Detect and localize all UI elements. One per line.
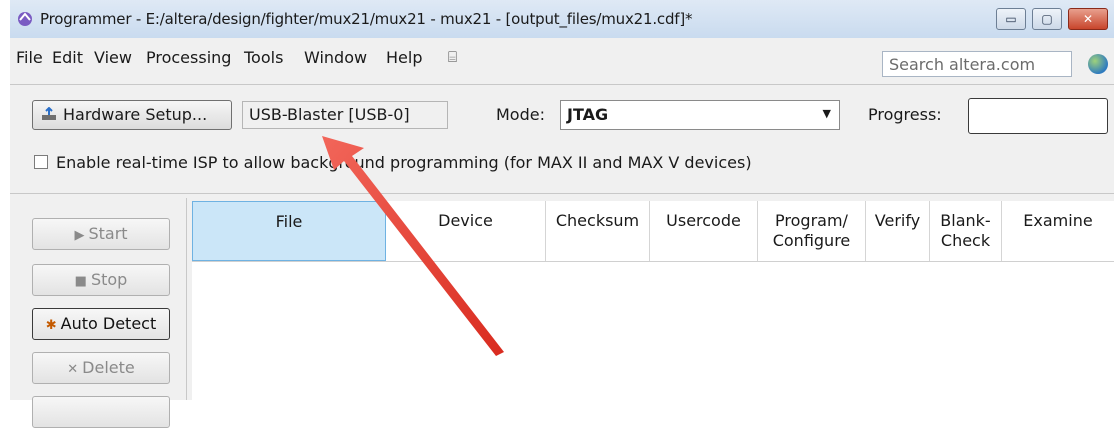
auto-detect-icon: ✱	[45, 318, 57, 333]
hardware-setup-icon	[42, 107, 56, 120]
isp-option[interactable]: Enable real-time ISP to allow background…	[34, 153, 752, 172]
isp-checkbox[interactable]	[34, 155, 48, 169]
menu-view[interactable]: View	[94, 48, 132, 67]
column-usercode[interactable]: Usercode	[650, 201, 758, 261]
hardware-panel: Hardware Setup... USB-Blaster [USB-0] Mo…	[10, 84, 1114, 194]
menu-bar: File Edit View Processing Tools Window H…	[10, 38, 1114, 78]
close-icon: ✕	[1082, 12, 1094, 26]
help-context-icon[interactable]: ⌸	[448, 48, 457, 66]
title-bar: Programmer - E:/altera/design/fighter/mu…	[10, 0, 1114, 38]
menu-tools[interactable]: Tools	[244, 48, 283, 67]
hardware-setup-label: Hardware Setup...	[63, 105, 208, 124]
window-title: Programmer - E:/altera/design/fighter/mu…	[40, 10, 693, 28]
mode-label: Mode:	[496, 105, 545, 124]
delete-button[interactable]: ✕ Delete	[32, 352, 170, 384]
device-table: File Device Checksum Usercode Program/ C…	[192, 201, 1114, 400]
menu-edit[interactable]: Edit	[52, 48, 83, 67]
menu-processing[interactable]: Processing	[146, 48, 231, 67]
auto-detect-button[interactable]: ✱ Auto Detect	[32, 308, 170, 340]
column-checksum[interactable]: Checksum	[546, 201, 650, 261]
column-blank-check[interactable]: Blank- Check	[930, 201, 1002, 261]
action-sidebar: ▶ Start ■ Stop ✱ Auto Detect ✕ Delete	[10, 198, 187, 428]
mode-value: JTAG	[567, 105, 609, 124]
isp-label: Enable real-time ISP to allow background…	[56, 153, 752, 172]
delete-icon: ✕	[67, 362, 79, 377]
close-button[interactable]: ✕	[1068, 8, 1108, 30]
stop-button[interactable]: ■ Stop	[32, 264, 170, 296]
maximize-icon: ▢	[1041, 12, 1053, 26]
chevron-down-icon: ▼	[822, 107, 831, 120]
stop-label: Stop	[90, 270, 128, 289]
hardware-field: USB-Blaster [USB-0]	[242, 101, 448, 129]
sidebar-button-partial[interactable]	[32, 396, 170, 428]
search-input[interactable]: Search altera.com	[882, 51, 1072, 77]
table-header: File Device Checksum Usercode Program/ C…	[192, 201, 1114, 262]
start-button[interactable]: ▶ Start	[32, 218, 170, 250]
start-icon: ▶	[74, 228, 85, 243]
progress-bar	[968, 98, 1108, 134]
minimize-button[interactable]: ▭	[996, 8, 1026, 30]
globe-icon[interactable]	[1088, 54, 1108, 74]
column-device[interactable]: Device	[386, 201, 546, 261]
column-examine[interactable]: Examine	[1002, 201, 1114, 261]
column-verify[interactable]: Verify	[866, 201, 930, 261]
auto-detect-label: Auto Detect	[60, 314, 157, 333]
menu-help[interactable]: Help	[386, 48, 422, 67]
column-file[interactable]: File	[192, 201, 386, 261]
programmer-app-icon	[18, 12, 32, 26]
minimize-icon: ▭	[1005, 12, 1017, 26]
stop-icon: ■	[74, 274, 87, 289]
programmer-window: Programmer - E:/altera/design/fighter/mu…	[10, 0, 1114, 428]
progress-label: Progress:	[868, 105, 942, 124]
mode-select[interactable]: JTAG ▼	[560, 100, 840, 130]
maximize-button[interactable]: ▢	[1032, 8, 1062, 30]
menu-file[interactable]: File	[16, 48, 43, 67]
start-label: Start	[88, 224, 128, 243]
delete-label: Delete	[82, 358, 135, 377]
hardware-setup-button[interactable]: Hardware Setup...	[32, 100, 232, 130]
menu-window[interactable]: Window	[304, 48, 367, 67]
column-program-configure[interactable]: Program/ Configure	[758, 201, 866, 261]
